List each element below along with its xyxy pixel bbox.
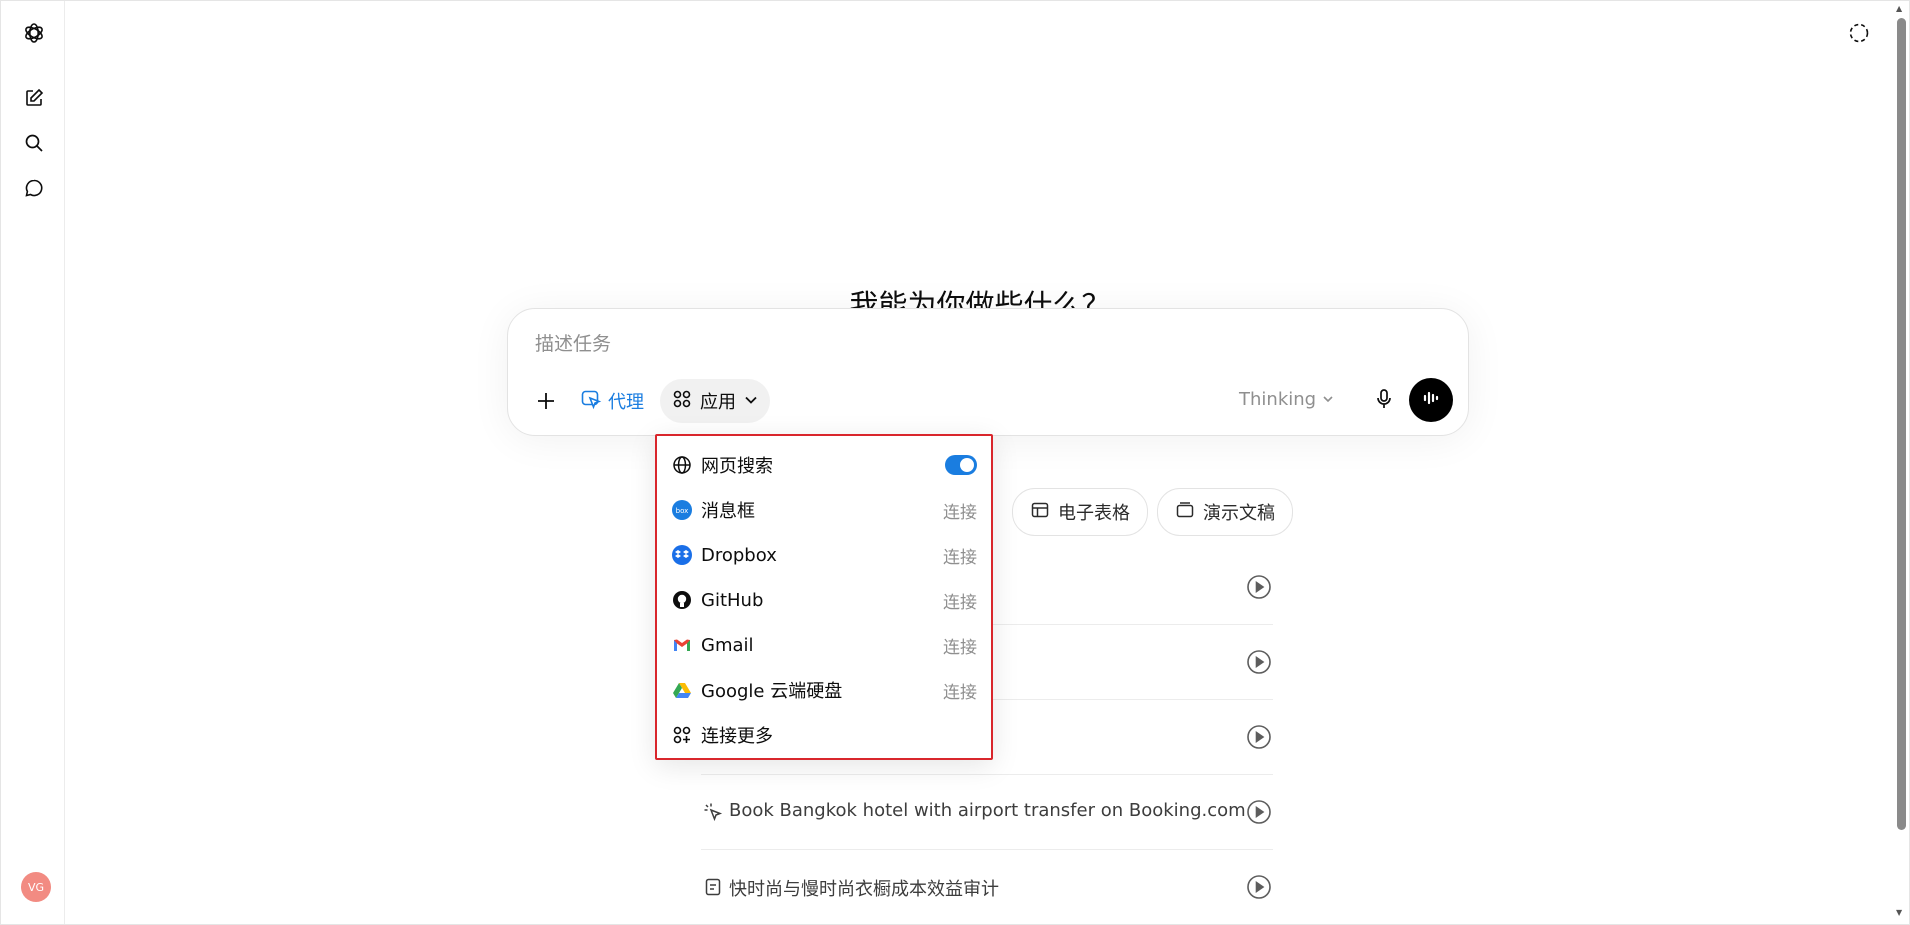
avatar[interactable]: VG <box>21 872 51 902</box>
svg-text:box: box <box>676 507 689 515</box>
apps-grid-icon <box>672 389 692 414</box>
sidebar: VG <box>1 1 65 924</box>
chip-spreadsheet[interactable]: 电子表格 <box>1012 488 1148 536</box>
new-chat-icon[interactable] <box>21 85 47 111</box>
task-title: Book Bangkok hotel with airport transfer… <box>729 800 1246 821</box>
apps-label: 应用 <box>700 392 736 413</box>
task-input[interactable] <box>533 327 1337 361</box>
table-icon <box>1030 500 1050 525</box>
play-icon[interactable] <box>1246 574 1272 600</box>
task-row[interactable]: Book Bangkok hotel with airport transfer… <box>701 775 1273 850</box>
chevron-down-icon <box>1322 389 1334 410</box>
globe-icon <box>671 454 693 476</box>
gmail-icon <box>671 634 693 656</box>
scroll-up-arrow[interactable]: ▲ <box>1896 4 1902 13</box>
scrollbar-thumb[interactable] <box>1897 18 1906 830</box>
connect-link[interactable]: 连接 <box>943 498 977 523</box>
web-search-toggle[interactable] <box>945 455 977 475</box>
apps-button[interactable]: 应用 <box>660 379 770 423</box>
play-icon[interactable] <box>1246 649 1272 675</box>
menu-item-label: 消息框 <box>701 501 755 522</box>
scroll-down-arrow[interactable]: ▼ <box>1896 908 1902 917</box>
play-icon[interactable] <box>1246 799 1272 825</box>
menu-item-label: GitHub <box>701 589 764 611</box>
apps-add-icon <box>671 724 693 746</box>
menu-item-label: 连接更多 <box>701 726 773 747</box>
menu-item-label: Dropbox <box>701 544 777 566</box>
google-drive-icon <box>671 679 693 701</box>
agent-button[interactable]: 代理 <box>574 380 650 422</box>
model-selector[interactable]: Thinking <box>1239 389 1334 410</box>
model-label: Thinking <box>1239 389 1317 410</box>
document-icon <box>702 876 724 898</box>
chat-bubble-icon[interactable] <box>21 175 47 201</box>
microphone-icon <box>1374 388 1394 414</box>
box-icon: box <box>671 499 693 521</box>
dropbox-icon <box>671 544 693 566</box>
temporary-chat-icon[interactable] <box>1846 20 1872 46</box>
apps-dropdown-menu: 网页搜索 box 消息框 连接 Dropbox 连接 GitHub 连接 Gma… <box>655 434 993 760</box>
menu-item-label: 网页搜索 <box>701 456 773 477</box>
voice-mode-button[interactable] <box>1409 378 1453 422</box>
avatar-initials: VG <box>27 880 45 894</box>
menu-item-github[interactable]: GitHub 连接 <box>671 580 977 620</box>
chip-slides[interactable]: 演示文稿 <box>1157 488 1293 536</box>
chip-label: 演示文稿 <box>1203 503 1275 524</box>
menu-item-box[interactable]: box 消息框 连接 <box>671 490 977 530</box>
agent-cursor-icon <box>580 388 602 415</box>
task-title: 快时尚与慢时尚衣橱成本效益审计 <box>729 879 999 900</box>
microphone-button[interactable] <box>1366 383 1402 419</box>
agent-cursor-icon <box>702 801 724 823</box>
connect-link[interactable]: 连接 <box>943 588 977 613</box>
add-attachment-button[interactable] <box>528 383 564 419</box>
connect-link[interactable]: 连接 <box>943 633 977 658</box>
waveform-icon <box>1420 387 1442 413</box>
menu-item-dropbox[interactable]: Dropbox 连接 <box>671 535 977 575</box>
play-icon[interactable] <box>1246 874 1272 900</box>
menu-item-connect-more[interactable]: 连接更多 <box>671 715 977 755</box>
play-icon[interactable] <box>1246 724 1272 750</box>
task-row[interactable]: 快时尚与慢时尚衣橱成本效益审计 <box>701 850 1273 924</box>
agent-label: 代理 <box>608 392 644 413</box>
composer: 代理 应用 Thinking <box>507 308 1469 436</box>
github-icon <box>671 589 693 611</box>
search-icon[interactable] <box>21 130 47 156</box>
menu-item-gmail[interactable]: Gmail 连接 <box>671 625 977 665</box>
slides-icon <box>1175 500 1195 525</box>
connect-link[interactable]: 连接 <box>943 678 977 703</box>
menu-item-label: Google 云端硬盘 <box>701 681 843 702</box>
chip-label: 电子表格 <box>1058 503 1130 524</box>
chevron-down-icon <box>744 391 758 412</box>
openai-logo-icon[interactable] <box>21 20 47 46</box>
menu-item-label: Gmail <box>701 634 754 656</box>
menu-item-web-search[interactable]: 网页搜索 <box>671 445 977 485</box>
connect-link[interactable]: 连接 <box>943 543 977 568</box>
menu-item-google-drive[interactable]: Google 云端硬盘 连接 <box>671 670 977 710</box>
